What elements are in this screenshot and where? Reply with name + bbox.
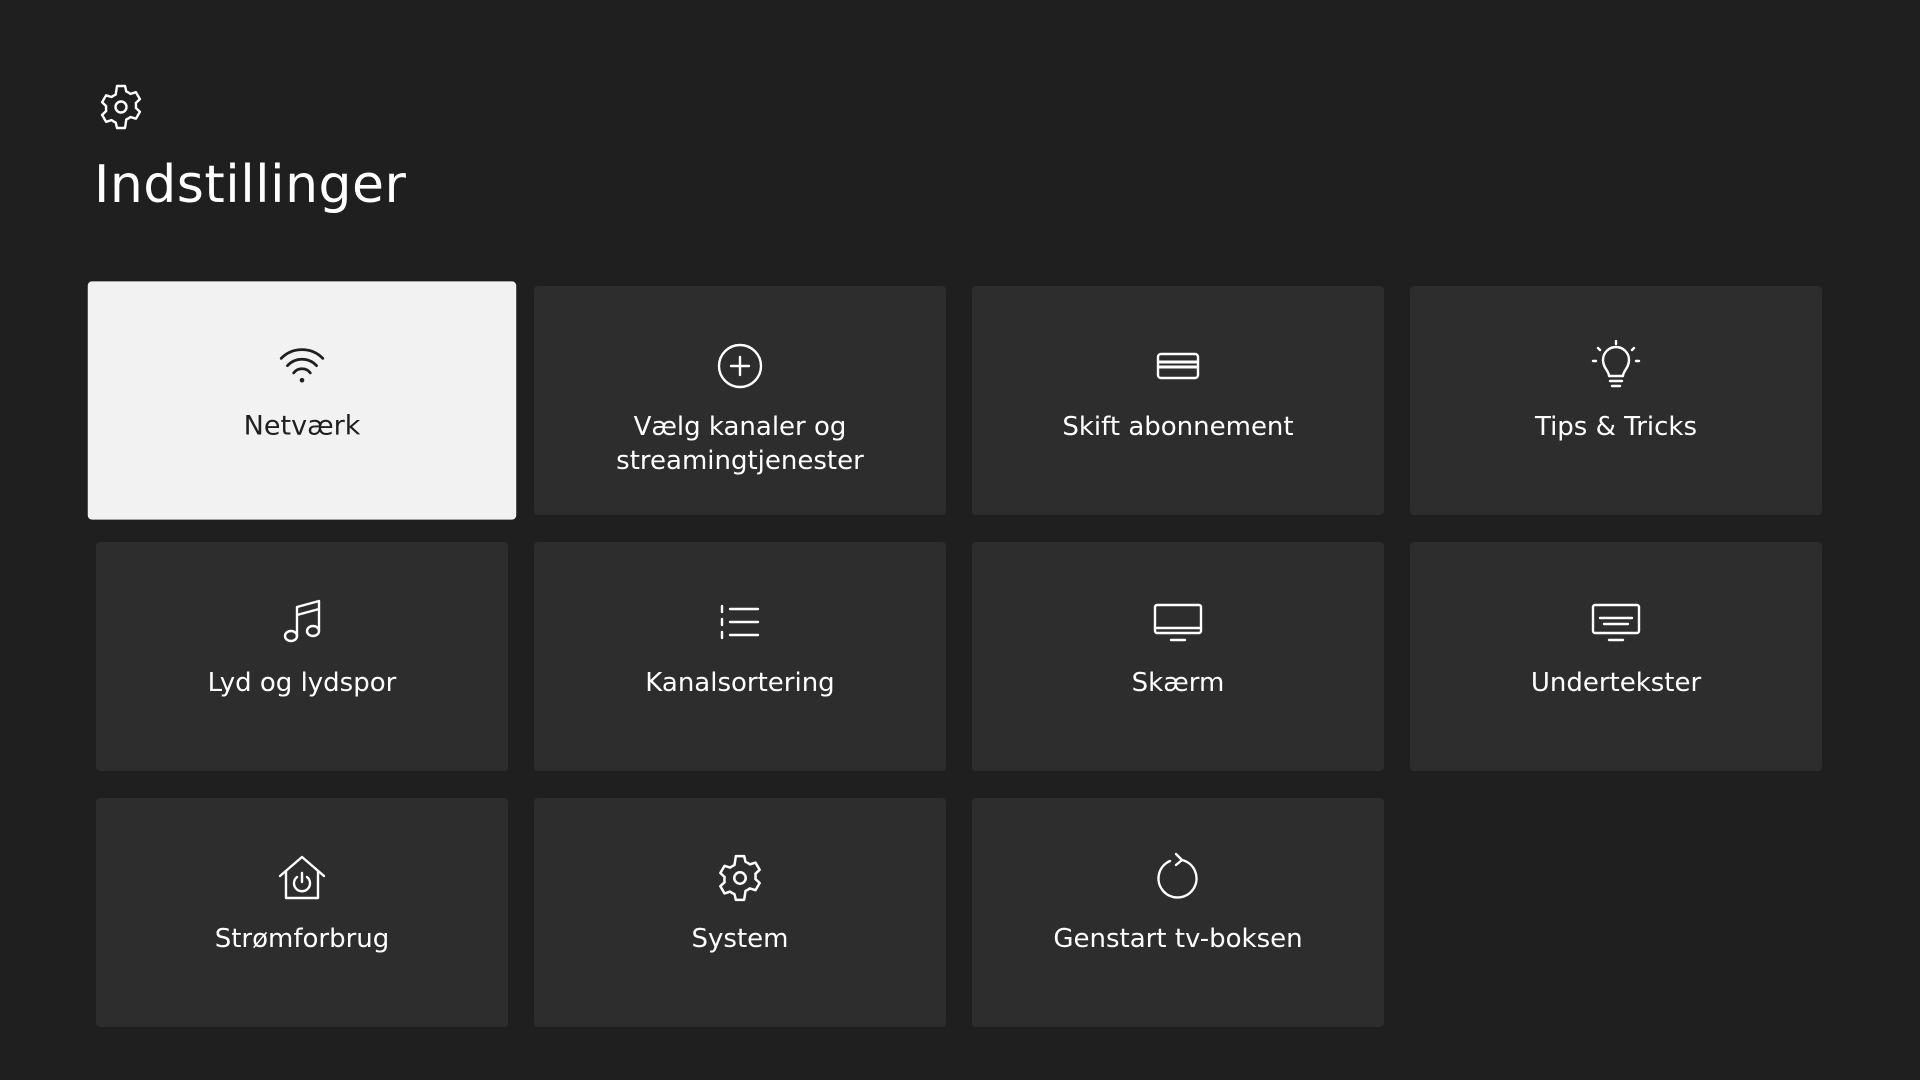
- tile-label: System: [691, 924, 789, 954]
- tile-choose-channels[interactable]: Vælg kanaler og streamingtjenester: [534, 286, 946, 515]
- tile-change-subscription[interactable]: Skift abonnement: [972, 286, 1384, 515]
- gear-icon: [714, 852, 766, 904]
- restart-icon: [1152, 852, 1204, 904]
- music-note-icon: [276, 596, 328, 648]
- credit-card-icon: [1152, 340, 1204, 392]
- plus-circle-icon: [714, 340, 766, 392]
- tile-restart-box[interactable]: Genstart tv-boksen: [972, 798, 1384, 1027]
- tile-label: Undertekster: [1530, 668, 1702, 698]
- tile-label: Netværk: [243, 410, 361, 442]
- tile-label: Vælg kanaler og streamingtjenester: [616, 412, 864, 476]
- settings-page: Indstillinger Netværk Vælg kanaler og st…: [0, 0, 1920, 1080]
- tile-power-consumption[interactable]: Strømforbrug: [96, 798, 508, 1027]
- tile-screen[interactable]: Skærm: [972, 542, 1384, 771]
- list-icon: [714, 596, 766, 648]
- tile-subtitles[interactable]: Undertekster: [1410, 542, 1822, 771]
- tile-tips-tricks[interactable]: Tips & Tricks: [1410, 286, 1822, 515]
- gear-icon: [96, 82, 146, 132]
- settings-grid: Netværk Vælg kanaler og streamingtjenest…: [87, 281, 1822, 1027]
- tile-channel-sorting[interactable]: Kanalsortering: [534, 542, 946, 771]
- lightbulb-icon: [1590, 340, 1642, 392]
- tile-label: Kanalsortering: [645, 668, 835, 698]
- tile-label: Genstart tv-boksen: [1053, 924, 1303, 954]
- tile-network[interactable]: Netværk: [87, 281, 517, 520]
- monitor-icon: [1152, 596, 1204, 648]
- tile-label: Lyd og lydspor: [207, 668, 397, 698]
- home-power-icon: [276, 852, 328, 904]
- tile-label: Tips & Tricks: [1534, 412, 1698, 442]
- page-title: Indstillinger: [94, 155, 407, 215]
- tile-audio[interactable]: Lyd og lydspor: [96, 542, 508, 771]
- tile-label: Strømforbrug: [214, 924, 390, 954]
- tile-system[interactable]: System: [534, 798, 946, 1027]
- tile-label: Skærm: [1131, 668, 1225, 698]
- subtitles-icon: [1590, 596, 1642, 648]
- tile-label: Skift abonnement: [1062, 412, 1294, 442]
- wifi-icon: [275, 338, 329, 392]
